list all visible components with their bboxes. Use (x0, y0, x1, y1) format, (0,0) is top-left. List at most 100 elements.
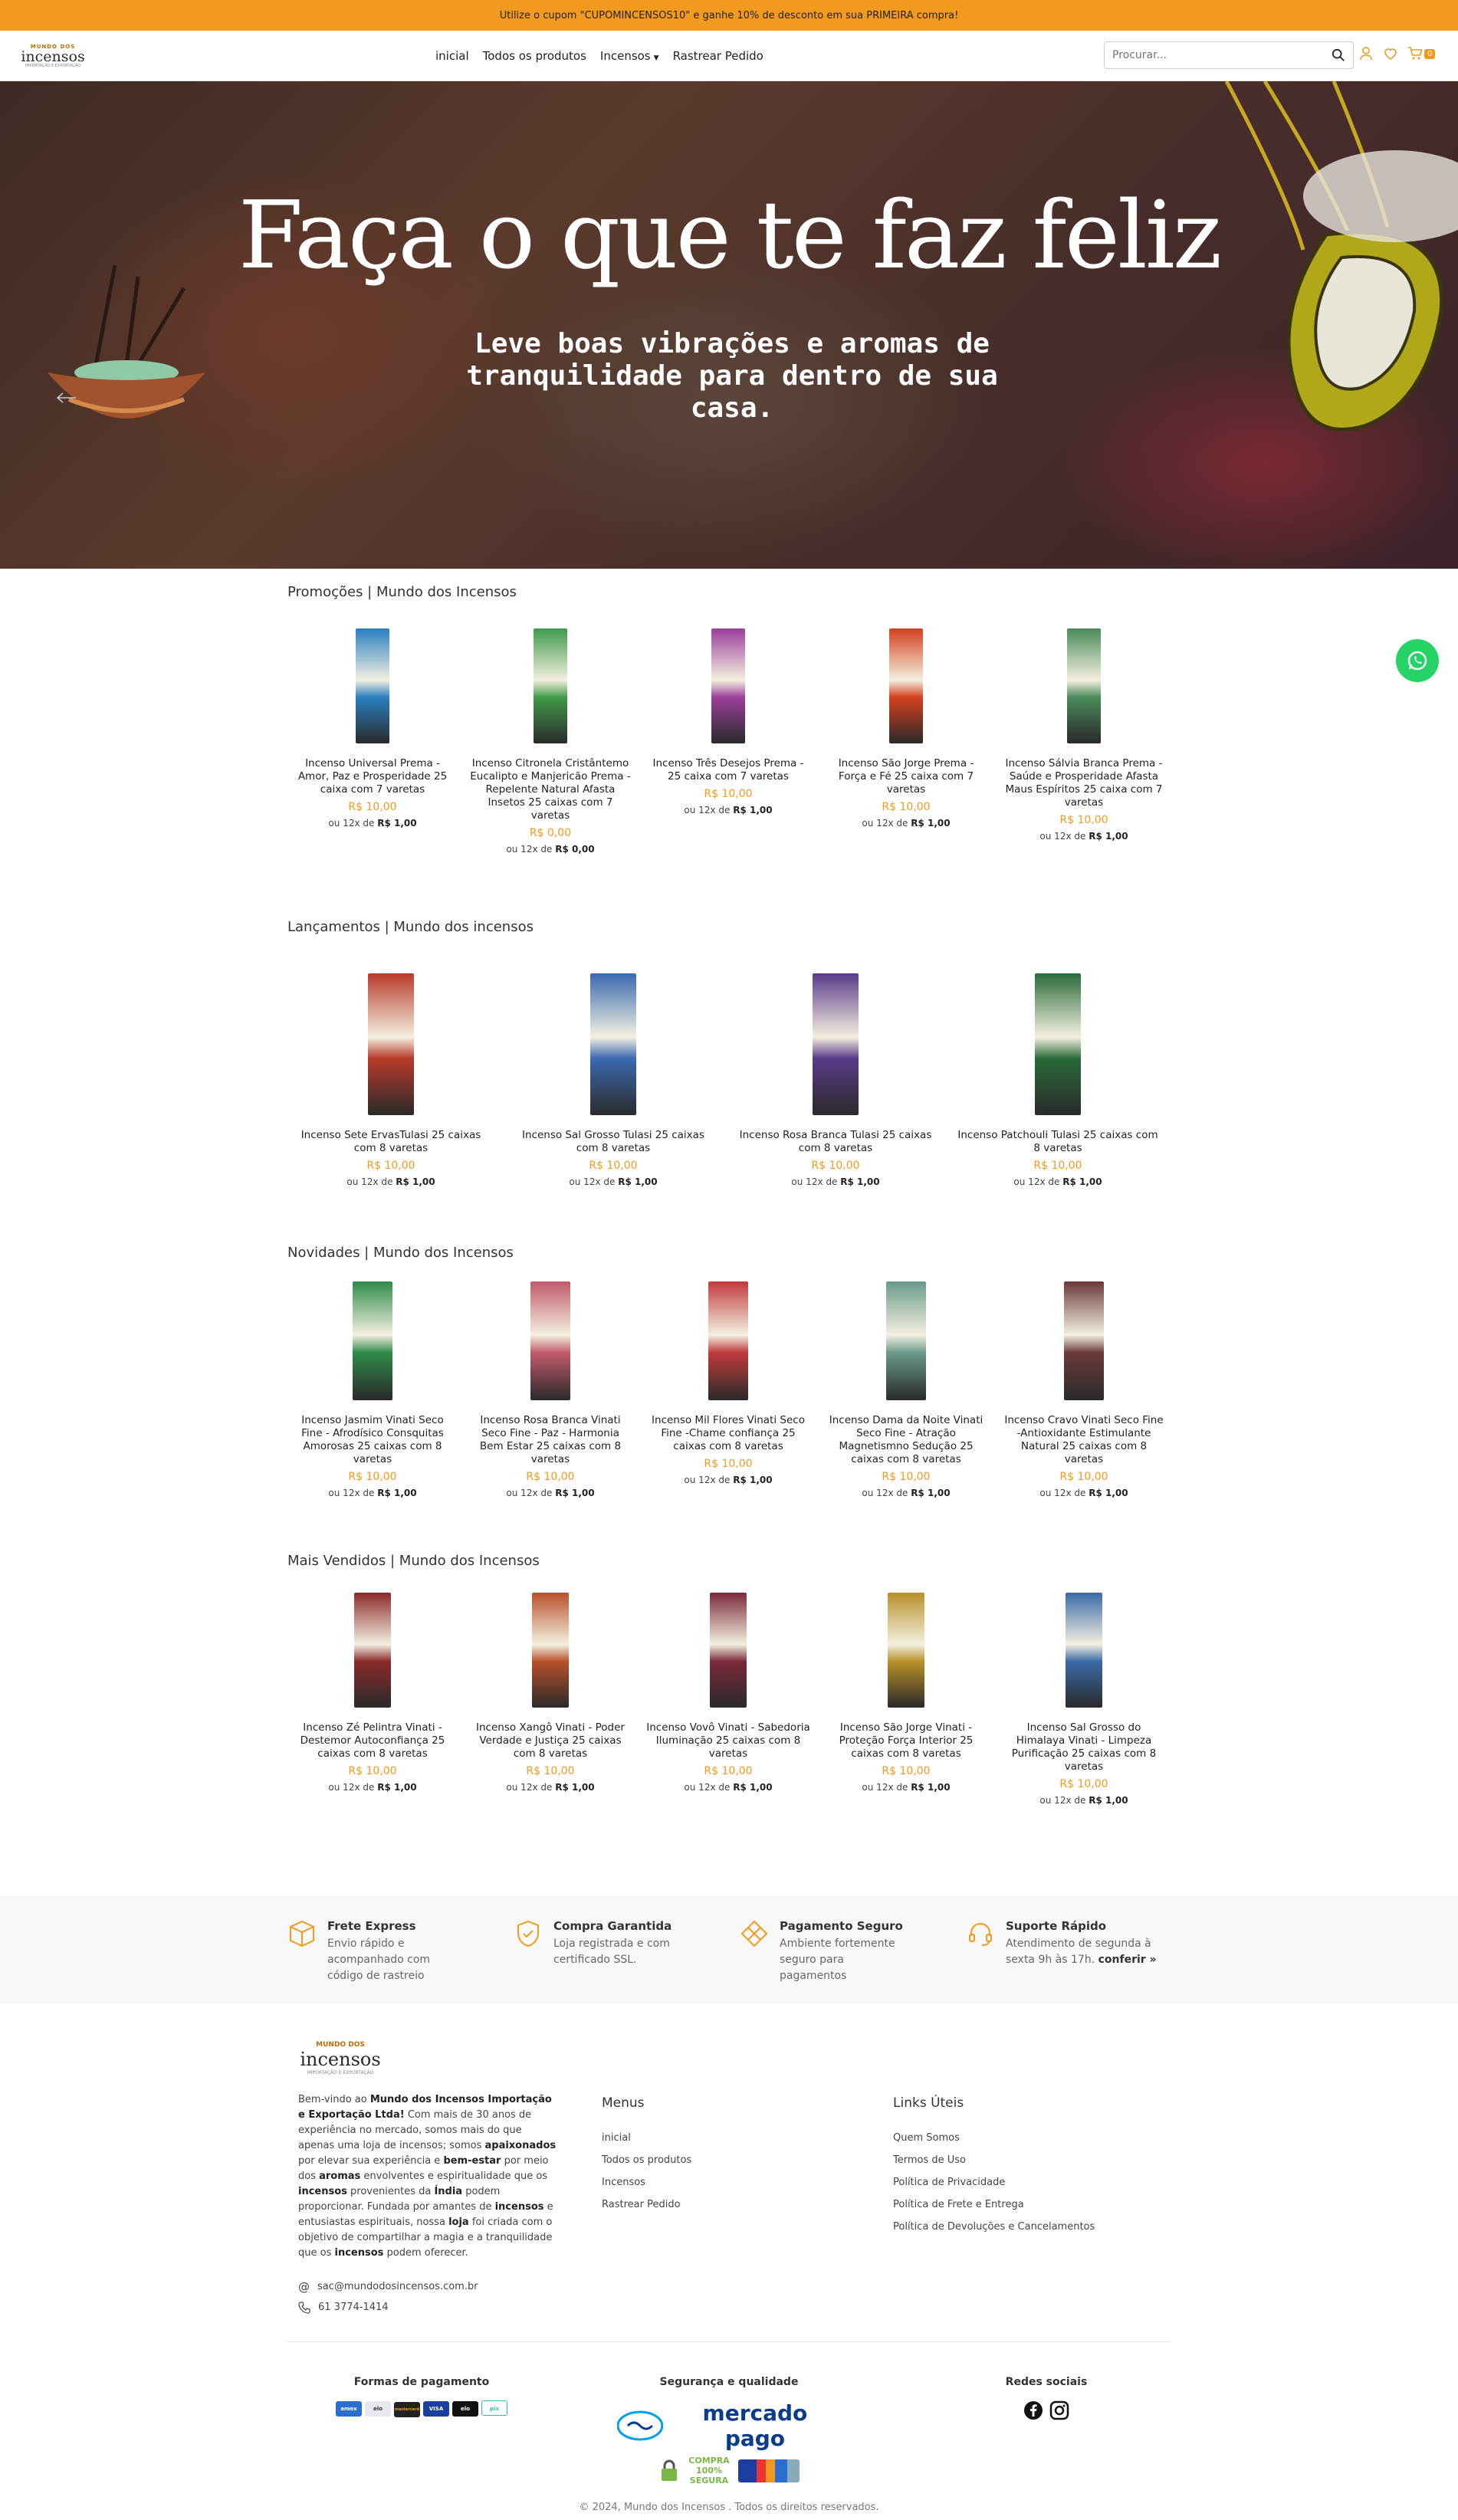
footer-link-todos-produtos[interactable]: Todos os produtos (602, 2154, 691, 2177)
product-name[interactable]: Incenso Mil Flores Vinati Seco Fine -Cha… (643, 1414, 813, 1453)
product-image[interactable] (530, 1281, 570, 1400)
product-price: R$ 10,00 (526, 1471, 575, 1483)
product-image[interactable] (1067, 628, 1101, 743)
product-image[interactable] (813, 973, 859, 1115)
phone-text[interactable]: 61 3774-1414 (318, 2302, 389, 2313)
product-name[interactable]: Incenso São Jorge Prema - Força e Fé 25 … (821, 757, 991, 796)
footer-link-rastrear[interactable]: Rastrear Pedido (602, 2199, 691, 2221)
product-image[interactable] (1066, 1593, 1102, 1708)
product-name[interactable]: Incenso Três Desejos Prema - 25 caixa co… (643, 757, 813, 783)
instagram-icon[interactable] (1049, 2400, 1069, 2420)
product-image[interactable] (368, 973, 414, 1115)
product-image[interactable] (353, 1281, 392, 1400)
product-card[interactable]: Incenso São Jorge Vinati - Proteção Forç… (821, 1593, 991, 1794)
nav-inicial[interactable]: inicial (435, 49, 469, 63)
at-icon: @ (298, 2279, 310, 2294)
logo-sub: IMPORTAÇÃO E EXPORTAÇÃO (307, 2069, 374, 2075)
product-card[interactable]: Incenso Sete ErvasTulasi 25 caixas com 8… (287, 973, 494, 1189)
product-image[interactable] (889, 628, 923, 743)
feature-link[interactable]: conferir » (1098, 1954, 1157, 1966)
hero-banner[interactable]: Faça o que te faz feliz Leve boas vibraç… (0, 81, 1458, 569)
footer-link-frete[interactable]: Política de Frete e Entrega (893, 2199, 1095, 2221)
product-card[interactable]: Incenso Três Desejos Prema - 25 caixa co… (643, 628, 813, 817)
footer-link-devolucoes[interactable]: Política de Devoluções e Cancelamentos (893, 2221, 1095, 2243)
product-card[interactable]: Incenso Vovô Vinati - Sabedoria Iluminaç… (643, 1593, 813, 1794)
product-name[interactable]: Incenso Zé Pelintra Vinati - Destemor Au… (287, 1721, 458, 1760)
product-card[interactable]: Incenso Dama da Noite Vinati Seco Fine -… (821, 1281, 991, 1500)
promo-text: Utilize o cupom "CUPOMINCENSOS10" e ganh… (499, 9, 959, 21)
product-image[interactable] (590, 973, 636, 1115)
product-image[interactable] (886, 1281, 926, 1400)
nav-rastrear-pedido[interactable]: Rastrear Pedido (673, 49, 763, 63)
product-card[interactable]: Incenso Patchouli Tulasi 25 caixas com 8… (954, 973, 1161, 1189)
product-image[interactable] (532, 1593, 569, 1708)
product-image[interactable] (356, 628, 389, 743)
product-image[interactable] (534, 628, 567, 743)
product-name[interactable]: Incenso Jasmim Vinati Seco Fine - Afrodí… (287, 1414, 458, 1466)
cart-icon (1408, 47, 1423, 60)
product-card[interactable]: Incenso Rosa Branca Vinati Seco Fine - P… (465, 1281, 635, 1500)
search-icon[interactable] (1332, 48, 1345, 62)
amex-icon: amex (336, 2401, 362, 2417)
logo[interactable]: MUNDO DOS incensos IMPORTAÇÃO E EXPORTAÇ… (21, 37, 84, 75)
nav-todos-produtos[interactable]: Todos os produtos (483, 49, 586, 63)
product-name[interactable]: Incenso Citronela Cristântemo Eucalipto … (465, 757, 635, 822)
heart-icon[interactable] (1383, 46, 1398, 61)
about-highlight: incensos (334, 2247, 384, 2259)
product-card[interactable]: Incenso Xangô Vinati - Poder Verdade e J… (465, 1593, 635, 1794)
product-card[interactable]: Incenso São Jorge Prema - Força e Fé 25 … (821, 628, 991, 830)
product-name[interactable]: Incenso Cravo Vinati Seco Fine -Antioxid… (999, 1414, 1169, 1466)
product-image[interactable] (888, 1593, 924, 1708)
product-card[interactable]: Incenso Rosa Branca Tulasi 25 caixas com… (732, 973, 939, 1189)
product-image[interactable] (708, 1281, 748, 1400)
section-mais-vendidos: Mais Vendidos | Mundo dos Incensos (287, 1553, 1171, 1569)
product-name[interactable]: Incenso Sal Grosso do Himalaya Vinati - … (999, 1721, 1169, 1774)
installment-value: R$ 1,00 (911, 818, 951, 829)
facebook-icon[interactable] (1023, 2400, 1043, 2420)
arrow-left-icon[interactable] (57, 392, 77, 403)
footer-menus-title: Menus (602, 2095, 645, 2111)
user-icon[interactable] (1358, 46, 1374, 61)
feature-frete: Frete Express Envio rápido e acompanhado … (287, 1919, 458, 1984)
product-card[interactable]: Incenso Sálvia Branca Prema - Saúde e Pr… (999, 628, 1169, 843)
product-name[interactable]: Incenso Dama da Noite Vinati Seco Fine -… (821, 1414, 991, 1466)
email-text[interactable]: sac@mundodosincensos.com.br (317, 2281, 478, 2292)
product-name[interactable]: Incenso Rosa Branca Tulasi 25 caixas com… (732, 1129, 939, 1155)
whatsapp-button[interactable] (1396, 639, 1439, 682)
footer-link-quem-somos[interactable]: Quem Somos (893, 2132, 1095, 2154)
product-name[interactable]: Incenso Sete ErvasTulasi 25 caixas com 8… (287, 1129, 494, 1155)
product-image[interactable] (1064, 1281, 1104, 1400)
product-card[interactable]: Incenso Sal Grosso do Himalaya Vinati - … (999, 1593, 1169, 1807)
footer-link-privacidade[interactable]: Política de Privacidade (893, 2177, 1095, 2199)
footer-logo[interactable]: MUNDO DOS incensos IMPORTAÇÃO E EXPORTAÇ… (298, 2031, 383, 2085)
product-image[interactable] (710, 1593, 747, 1708)
nav-incensos[interactable]: Incensos ▼ (600, 49, 659, 63)
footer-link-termos[interactable]: Termos de Uso (893, 2154, 1095, 2177)
search-input[interactable] (1112, 49, 1332, 61)
product-name[interactable]: Incenso São Jorge Vinati - Proteção Forç… (821, 1721, 991, 1760)
product-image[interactable] (354, 1593, 391, 1708)
product-card[interactable]: Incenso Universal Prema - Amor, Paz e Pr… (287, 628, 458, 830)
feature-desc-wrap: Atendimento de segunda à sexta 9h às 17h… (1006, 1936, 1159, 1968)
product-card[interactable]: Incenso Sal Grosso Tulasi 25 caixas com … (510, 973, 717, 1189)
product-name[interactable]: Incenso Rosa Branca Vinati Seco Fine - P… (465, 1414, 635, 1466)
product-image[interactable] (711, 628, 745, 743)
product-card[interactable]: Incenso Jasmim Vinati Seco Fine - Afrodí… (287, 1281, 458, 1500)
product-name[interactable]: Incenso Universal Prema - Amor, Paz e Pr… (287, 757, 458, 796)
product-name[interactable]: Incenso Vovô Vinati - Sabedoria Iluminaç… (643, 1721, 813, 1760)
product-name[interactable]: Incenso Xangô Vinati - Poder Verdade e J… (465, 1721, 635, 1760)
footer-link-incensos[interactable]: Incensos (602, 2177, 691, 2199)
product-card[interactable]: Incenso Cravo Vinati Seco Fine -Antioxid… (999, 1281, 1169, 1500)
section-title: Mais Vendidos | Mundo dos Incensos (287, 1553, 540, 1569)
product-card[interactable]: Incenso Zé Pelintra Vinati - Destemor Au… (287, 1593, 458, 1794)
product-name[interactable]: Incenso Sálvia Branca Prema - Saúde e Pr… (999, 757, 1169, 809)
cart-button[interactable]: 0 (1407, 46, 1436, 61)
footer-about: Bem-vindo ao Mundo dos Incensos Importaç… (298, 2092, 559, 2261)
product-image[interactable] (1035, 973, 1081, 1115)
product-name[interactable]: Incenso Patchouli Tulasi 25 caixas com 8… (954, 1129, 1161, 1155)
product-card[interactable]: Incenso Mil Flores Vinati Seco Fine -Cha… (643, 1281, 813, 1487)
product-card[interactable]: Incenso Citronela Cristântemo Eucalipto … (465, 628, 635, 856)
product-name[interactable]: Incenso Sal Grosso Tulasi 25 caixas com … (510, 1129, 717, 1155)
security-block: Segurança e qualidade mercado pago COMPR… (617, 2376, 841, 2486)
footer-link-inicial[interactable]: inicial (602, 2132, 691, 2154)
